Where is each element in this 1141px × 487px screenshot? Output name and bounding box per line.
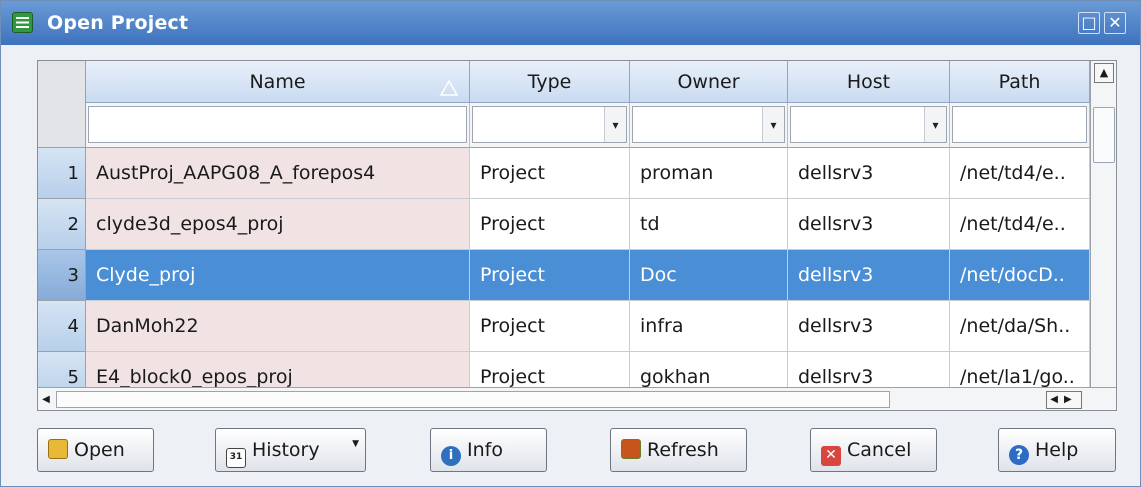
- column-header-name[interactable]: Name: [86, 61, 470, 103]
- horizontal-scrollbar[interactable]: ◀ ◀▶: [38, 387, 1116, 410]
- path-cell[interactable]: /net/td4/e..: [950, 148, 1090, 199]
- open-button-label: Open: [74, 439, 125, 461]
- help-button[interactable]: ? Help: [998, 428, 1116, 472]
- column-header-type[interactable]: Type: [470, 61, 630, 103]
- title-bar[interactable]: Open Project □ ✕: [1, 1, 1140, 45]
- host-cell[interactable]: dellsrv3: [788, 301, 950, 352]
- refresh-icon: [621, 439, 641, 459]
- refresh-button-label: Refresh: [647, 439, 719, 461]
- scroll-up-icon[interactable]: ▲: [1094, 63, 1114, 83]
- row-number[interactable]: 3: [38, 250, 86, 301]
- dropdown-indicator-icon: ▼: [352, 439, 359, 449]
- host-filter-combo[interactable]: ▾: [790, 106, 947, 143]
- row-number[interactable]: 4: [38, 301, 86, 352]
- cancel-button-label: Cancel: [847, 439, 912, 461]
- calendar-icon: 31: [226, 448, 246, 468]
- info-icon: i: [441, 446, 461, 466]
- host-cell[interactable]: dellsrv3: [788, 199, 950, 250]
- host-cell[interactable]: dellsrv3: [788, 250, 950, 301]
- cancel-button[interactable]: ✕ Cancel: [810, 428, 937, 472]
- project-icon: [12, 12, 33, 33]
- host-cell[interactable]: dellsrv3: [788, 148, 950, 199]
- path-cell[interactable]: /net/docD..: [950, 250, 1090, 301]
- chevron-down-icon[interactable]: ▾: [924, 107, 946, 142]
- column-header-host[interactable]: Host: [788, 61, 950, 103]
- close-button[interactable]: ✕: [1104, 12, 1126, 34]
- vertical-scrollbar[interactable]: ▲: [1090, 61, 1116, 387]
- owner-cell[interactable]: proman: [630, 148, 788, 199]
- name-cell[interactable]: clyde3d_epos4_proj: [86, 199, 470, 250]
- maximize-button[interactable]: □: [1078, 12, 1100, 34]
- vertical-scroll-thumb[interactable]: [1093, 107, 1115, 163]
- row-number[interactable]: 2: [38, 199, 86, 250]
- history-button-label: History: [252, 439, 320, 461]
- info-button-label: Info: [467, 439, 503, 461]
- owner-cell[interactable]: infra: [630, 301, 788, 352]
- cancel-icon: ✕: [821, 446, 841, 466]
- column-header-owner[interactable]: Owner: [630, 61, 788, 103]
- name-cell[interactable]: DanMoh22: [86, 301, 470, 352]
- column-header-label: Name: [249, 71, 306, 93]
- help-icon: ?: [1009, 445, 1029, 465]
- host-filter-cell: ▾: [788, 103, 950, 148]
- owner-filter-combo[interactable]: ▾: [632, 106, 785, 143]
- name-filter-input[interactable]: [88, 106, 467, 143]
- open-button[interactable]: Open: [37, 428, 154, 472]
- chevron-down-icon[interactable]: ▾: [604, 107, 626, 142]
- type-filter-cell: ▾: [470, 103, 630, 148]
- type-cell[interactable]: Project: [470, 148, 630, 199]
- info-button[interactable]: i Info: [430, 428, 547, 472]
- history-button[interactable]: 31 History ▼: [215, 428, 366, 472]
- help-button-label: Help: [1035, 439, 1079, 461]
- path-cell[interactable]: /net/da/Sh..: [950, 301, 1090, 352]
- open-project-dialog: Open Project □ ✕ Name Type Owner Host Pa…: [0, 0, 1141, 487]
- table-row[interactable]: 4 DanMoh22 Project infra dellsrv3 /net/d…: [38, 301, 1090, 352]
- owner-filter-cell: ▾: [630, 103, 788, 148]
- column-header-path[interactable]: Path: [950, 61, 1090, 103]
- owner-cell[interactable]: Doc: [630, 250, 788, 301]
- folder-open-icon: [48, 439, 68, 459]
- table-row-selected[interactable]: 3 Clyde_proj Project Doc dellsrv3 /net/d…: [38, 250, 1090, 301]
- row-number[interactable]: 1: [38, 148, 86, 199]
- name-cell[interactable]: AustProj_AAPG08_A_forepos4: [86, 148, 470, 199]
- path-filter-input[interactable]: [952, 106, 1087, 143]
- scroll-left-icon[interactable]: ◀: [38, 390, 54, 409]
- table-row[interactable]: 1 AustProj_AAPG08_A_forepos4 Project pro…: [38, 148, 1090, 199]
- table-corner: [38, 61, 86, 148]
- name-filter-cell: [86, 103, 470, 148]
- type-filter-combo[interactable]: ▾: [472, 106, 627, 143]
- window-title: Open Project: [47, 12, 189, 34]
- name-cell[interactable]: Clyde_proj: [86, 250, 470, 301]
- owner-cell[interactable]: td: [630, 199, 788, 250]
- path-filter-cell: [950, 103, 1090, 148]
- type-cell[interactable]: Project: [470, 199, 630, 250]
- chevron-down-icon[interactable]: ▾: [762, 107, 784, 142]
- type-cell[interactable]: Project: [470, 250, 630, 301]
- projects-table: Name Type Owner Host Path ▾ ▾ ▾ 1 AustPr…: [37, 60, 1117, 411]
- path-cell[interactable]: /net/td4/e..: [950, 199, 1090, 250]
- type-cell[interactable]: Project: [470, 301, 630, 352]
- horizontal-scroll-thumb[interactable]: [56, 391, 890, 408]
- refresh-button[interactable]: Refresh: [610, 428, 747, 472]
- scroll-left-right-icon[interactable]: ◀▶: [1046, 391, 1082, 409]
- table-row[interactable]: 2 clyde3d_epos4_proj Project td dellsrv3…: [38, 199, 1090, 250]
